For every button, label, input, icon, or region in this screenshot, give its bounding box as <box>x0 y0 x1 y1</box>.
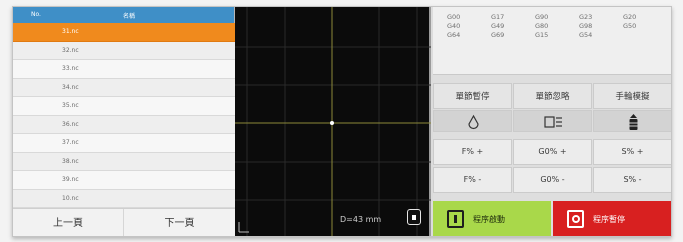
graph-canvas <box>235 7 431 236</box>
feed-override-increase-button[interactable]: F% + <box>433 139 512 165</box>
diameter-readout: D=43 mm <box>340 215 382 224</box>
coolant-drop-icon <box>468 114 479 130</box>
modal-gcode-value: G50 <box>623 22 637 30</box>
program-list-row[interactable]: 38.nc <box>13 152 235 171</box>
program-row-filename: 38.nc <box>62 157 79 165</box>
pause-icon <box>567 210 584 228</box>
graph-toggle-button[interactable] <box>407 209 421 225</box>
program-row-filename: 35.nc <box>62 102 79 109</box>
modal-gcode-value: G20 <box>623 13 637 21</box>
program-list-row[interactable]: 31.nc <box>13 23 235 42</box>
program-list: 31.nc 32.nc 33.nc 34.nc 35.nc 36.nc 37.nc 38.nc… <box>13 23 235 208</box>
program-list-panel: No. 名稱 31.nc 32.nc 33.nc 34.nc 35.nc 36.nc 37.… <box>13 7 235 236</box>
program-list-row[interactable]: 33.nc <box>13 60 235 79</box>
skip-block-icon <box>544 116 562 128</box>
handwheel-simulation-button[interactable]: 手輪模擬 <box>593 83 671 109</box>
modal-gcode-value: G64 <box>447 31 461 39</box>
program-row-filename: 39.nc <box>62 176 79 183</box>
square-icon <box>412 215 416 220</box>
program-row-filename: 32.nc <box>62 46 79 54</box>
handwheel-toggle-button[interactable] <box>593 110 671 132</box>
program-list-row[interactable]: 39.nc <box>13 171 235 190</box>
program-list-header: No. 名稱 <box>13 7 234 23</box>
program-pause-label: 程序暫停 <box>593 215 625 224</box>
skip-block-toggle-button[interactable] <box>513 110 592 132</box>
modal-gcode-value: G23 <box>579 13 593 21</box>
block-skip-button[interactable]: 單節忽略 <box>513 83 592 109</box>
control-panel: G00 G17 G90 G23 G20 G40 G49 G80 G98 G50 G64 G69 G15 G… <box>433 7 671 236</box>
program-list-row[interactable]: 37.nc <box>13 134 235 153</box>
modal-gcode-value: G54 <box>579 31 593 39</box>
rapid-override-increase-button[interactable]: G0% + <box>513 139 592 165</box>
program-row-filename: 36.nc <box>62 120 79 128</box>
modal-gcode-value: G49 <box>491 22 505 30</box>
program-pause-button[interactable]: 程序暫停 <box>553 201 671 236</box>
prev-page-button[interactable]: 上一頁 <box>13 209 124 236</box>
program-start-button[interactable]: 程序啟動 <box>433 201 551 236</box>
program-list-row[interactable]: 34.nc <box>13 78 235 97</box>
program-row-filename: 37.nc <box>62 139 79 146</box>
modal-gcode-value: G00 <box>447 13 461 21</box>
column-header-name: 名稱 <box>123 13 136 20</box>
program-list-row[interactable]: 35.nc <box>13 97 235 116</box>
spindle-override-increase-button[interactable]: S% + <box>593 139 671 165</box>
feed-override-decrease-button[interactable]: F% - <box>433 167 512 193</box>
next-page-button[interactable]: 下一頁 <box>124 209 235 236</box>
program-row-filename: 31.nc <box>62 28 79 35</box>
program-list-row[interactable]: 36.nc <box>13 115 235 134</box>
column-header-number: No. <box>31 11 41 18</box>
program-row-filename: 10.nc <box>62 194 79 202</box>
single-block-stop-button[interactable]: 單節暫停 <box>433 83 512 109</box>
program-start-label: 程序啟動 <box>473 215 505 224</box>
handwheel-icon <box>629 114 638 130</box>
modal-gcode-value: G17 <box>491 13 505 21</box>
modal-gcode-value: G40 <box>447 22 461 30</box>
modal-gcode-value: G15 <box>535 31 549 39</box>
pager: 上一頁 下一頁 <box>13 208 235 236</box>
toolpath-graph[interactable]: D=43 mm <box>235 7 431 236</box>
start-icon <box>447 210 464 228</box>
program-list-row[interactable]: 32.nc <box>13 41 235 60</box>
tool-position-marker <box>330 121 334 125</box>
rapid-override-decrease-button[interactable]: G0% - <box>513 167 592 193</box>
program-row-filename: 34.nc <box>62 83 79 91</box>
program-list-row[interactable]: 10.nc <box>13 189 235 208</box>
modal-gcode-value: G69 <box>491 31 505 39</box>
spindle-override-decrease-button[interactable]: S% - <box>593 167 671 193</box>
cnc-control-screen: No. 名稱 31.nc 32.nc 33.nc 34.nc 35.nc 36.nc 37.… <box>12 6 672 237</box>
modal-gcode-value: G80 <box>535 22 549 30</box>
modal-gcode-display: G00 G17 G90 G23 G20 G40 G49 G80 G98 G50 G64 G69 G15 G… <box>433 7 671 75</box>
program-row-filename: 33.nc <box>62 65 79 72</box>
modal-gcode-value: G98 <box>579 22 593 30</box>
modal-gcode-value: G90 <box>535 13 549 21</box>
coolant-toggle-button[interactable] <box>433 110 512 132</box>
